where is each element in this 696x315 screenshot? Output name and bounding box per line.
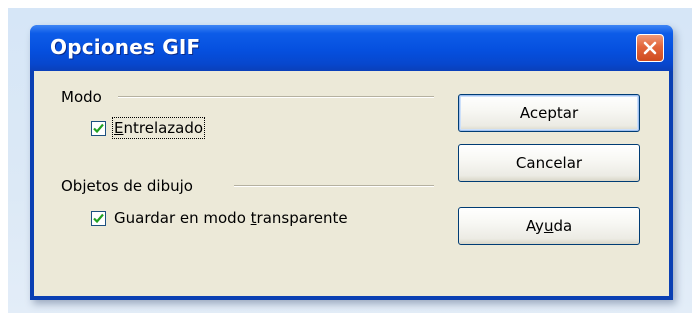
transparent-label[interactable]: Guardar en modo transparente: [114, 209, 348, 227]
interlaced-label[interactable]: Entrelazado: [111, 117, 206, 139]
dialog-title: Opciones GIF: [50, 35, 201, 59]
dialog-body: Modo Entrelazado Objetos de dibujo Guard…: [34, 71, 669, 296]
cancel-button[interactable]: Cancelar: [458, 144, 640, 182]
close-button[interactable]: [636, 34, 664, 62]
gif-options-dialog: Opciones GIF Modo Entrelazado Objetos de…: [30, 25, 673, 300]
checkmark-icon: [93, 123, 104, 133]
ok-button[interactable]: Aceptar: [458, 94, 640, 132]
title-bar[interactable]: Opciones GIF: [30, 25, 673, 71]
transparent-checkbox[interactable]: [91, 210, 106, 226]
group-separator-drawing-objects: [234, 185, 434, 187]
close-icon: [643, 41, 657, 55]
help-button[interactable]: Ay u da: [458, 207, 640, 245]
interlaced-checkbox[interactable]: [91, 120, 106, 136]
group-separator-mode: [118, 96, 434, 98]
interlaced-checkbox-row[interactable]: Entrelazado: [91, 117, 206, 139]
checkmark-icon: [93, 213, 104, 223]
group-label-drawing-objects: Objetos de dibujo: [61, 177, 193, 195]
group-label-mode: Modo: [61, 88, 102, 106]
transparent-checkbox-row[interactable]: Guardar en modo transparente: [91, 209, 348, 227]
